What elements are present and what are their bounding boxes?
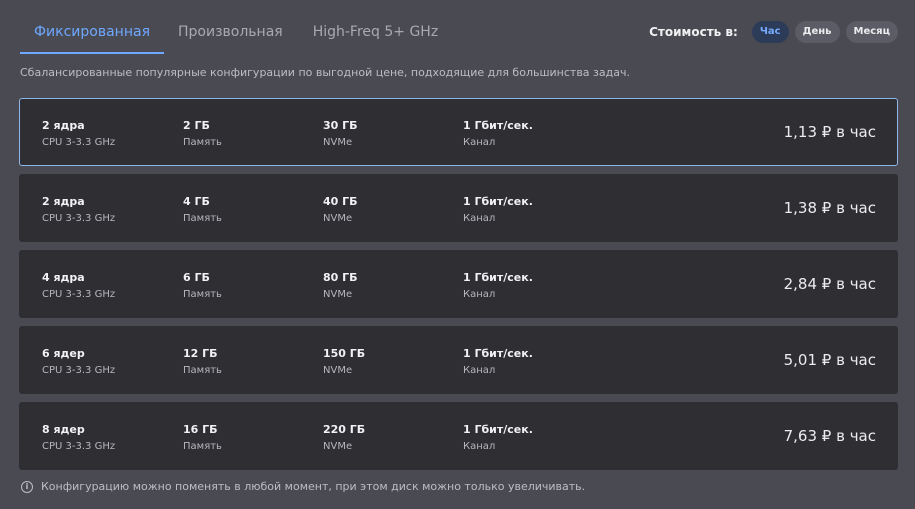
config-row-5[interactable]: 8 ядер CPU 3-3.3 GHz 16 ГБ Память 220 ГБ NV… — [19, 402, 898, 470]
period-month-button[interactable]: Месяц — [845, 21, 898, 43]
cpu-label: CPU 3-3.3 GHz — [42, 365, 116, 376]
price: 1,13 ₽ в час — [783, 123, 876, 141]
cpu-value: 6 ядер — [42, 347, 85, 360]
network-label: Канал — [463, 289, 496, 300]
network-label: Канал — [463, 441, 496, 452]
disk-value: 150 ГБ — [323, 347, 366, 360]
cpu-label: CPU 3-3.3 GHz — [42, 289, 116, 300]
pricing-page: Фиксированная Произвольная High-Freq 5+ … — [0, 0, 915, 509]
period-day-button[interactable]: День — [794, 21, 840, 43]
cpu-value: 8 ядер — [42, 423, 85, 436]
network-label: Канал — [463, 365, 496, 376]
cpu-label: CPU 3-3.3 GHz — [42, 441, 116, 452]
config-row-1[interactable]: 2 ядра CPU 3-3.3 GHz 2 ГБ Память 30 ГБ NVMe… — [19, 98, 898, 166]
disk-value: 30 ГБ — [323, 119, 358, 132]
tab-high-freq[interactable]: High-Freq 5+ GHz — [299, 14, 452, 54]
cpu-value: 2 ядра — [42, 119, 85, 132]
config-row-4[interactable]: 6 ядер CPU 3-3.3 GHz 12 ГБ Память 150 ГБ NV… — [19, 326, 898, 394]
ram-value: 2 ГБ — [183, 119, 210, 132]
network-value: 1 Гбит/сек. — [463, 347, 533, 360]
config-list: 2 ядра CPU 3-3.3 GHz 2 ГБ Память 30 ГБ NVMe… — [19, 98, 898, 478]
ram-label: Память — [183, 441, 222, 452]
cpu-label: CPU 3-3.3 GHz — [42, 137, 116, 148]
disk-label: NVMe — [323, 213, 353, 224]
ram-value: 6 ГБ — [183, 271, 210, 284]
ram-value: 12 ГБ — [183, 347, 218, 360]
price-period-label: Стоимость в: — [649, 25, 738, 39]
network-label: Канал — [463, 137, 496, 148]
cpu-value: 4 ядра — [42, 271, 85, 284]
period-hour-button[interactable]: Час — [751, 21, 789, 43]
config-row-2[interactable]: 2 ядра CPU 3-3.3 GHz 4 ГБ Память 40 ГБ NVMe… — [19, 174, 898, 242]
config-row-3[interactable]: 4 ядра CPU 3-3.3 GHz 6 ГБ Память 80 ГБ NVMe… — [19, 250, 898, 318]
price: 1,38 ₽ в час — [783, 199, 876, 217]
tab-fixed[interactable]: Фиксированная — [20, 14, 164, 54]
cpu-value: 2 ядра — [42, 195, 85, 208]
network-value: 1 Гбит/сек. — [463, 119, 533, 132]
price: 5,01 ₽ в час — [783, 351, 876, 369]
ram-label: Память — [183, 365, 222, 376]
ram-label: Память — [183, 137, 222, 148]
ram-value: 4 ГБ — [183, 195, 210, 208]
network-value: 1 Гбит/сек. — [463, 271, 533, 284]
network-value: 1 Гбит/сек. — [463, 423, 533, 436]
disk-label: NVMe — [323, 441, 353, 452]
price: 2,84 ₽ в час — [783, 275, 876, 293]
disk-value: 40 ГБ — [323, 195, 358, 208]
info-icon: i — [21, 480, 33, 493]
disk-label: NVMe — [323, 137, 353, 148]
cpu-label: CPU 3-3.3 GHz — [42, 213, 116, 224]
ram-value: 16 ГБ — [183, 423, 218, 436]
price-period-switch: Стоимость в: Час День Месяц — [649, 21, 898, 43]
ram-label: Память — [183, 213, 222, 224]
network-value: 1 Гбит/сек. — [463, 195, 533, 208]
disk-label: NVMe — [323, 289, 353, 300]
footnote-text: Конфигурацию можно поменять в любой моме… — [41, 480, 586, 493]
tariff-tabs: Фиксированная Произвольная High-Freq 5+ … — [20, 14, 452, 54]
ram-label: Память — [183, 289, 222, 300]
section-description: Сбалансированные популярные конфигурации… — [20, 66, 630, 79]
tab-custom[interactable]: Произвольная — [164, 14, 297, 54]
disk-label: NVMe — [323, 365, 353, 376]
price: 7,63 ₽ в час — [783, 427, 876, 445]
network-label: Канал — [463, 213, 496, 224]
footnote: i Конфигурацию можно поменять в любой мо… — [21, 480, 585, 493]
disk-value: 220 ГБ — [323, 423, 366, 436]
disk-value: 80 ГБ — [323, 271, 358, 284]
